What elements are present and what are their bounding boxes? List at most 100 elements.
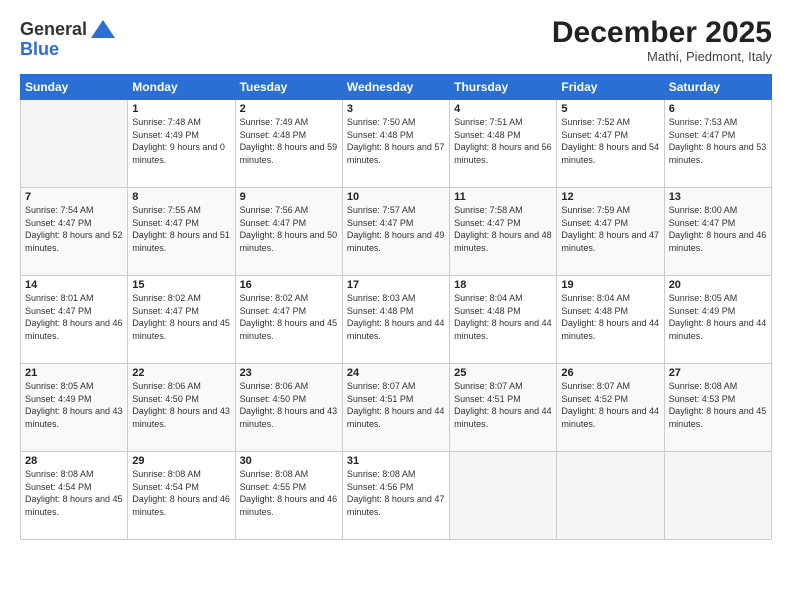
logo-blue: Blue	[20, 40, 59, 60]
calendar-week-3: 14Sunrise: 8:01 AM Sunset: 4:47 PM Dayli…	[21, 276, 772, 364]
calendar-cell	[450, 452, 557, 540]
calendar-cell: 8Sunrise: 7:55 AM Sunset: 4:47 PM Daylig…	[128, 188, 235, 276]
calendar-cell: 16Sunrise: 8:02 AM Sunset: 4:47 PM Dayli…	[235, 276, 342, 364]
calendar-cell	[557, 452, 664, 540]
logo: General Blue	[20, 16, 117, 60]
day-info: Sunrise: 7:52 AM Sunset: 4:47 PM Dayligh…	[561, 116, 659, 166]
calendar-cell: 15Sunrise: 8:02 AM Sunset: 4:47 PM Dayli…	[128, 276, 235, 364]
day-number: 13	[669, 191, 767, 203]
calendar-week-5: 28Sunrise: 8:08 AM Sunset: 4:54 PM Dayli…	[21, 452, 772, 540]
day-info: Sunrise: 7:57 AM Sunset: 4:47 PM Dayligh…	[347, 204, 445, 254]
calendar-cell: 7Sunrise: 7:54 AM Sunset: 4:47 PM Daylig…	[21, 188, 128, 276]
page: General Blue December 2025 Mathi, Piedmo…	[0, 0, 792, 612]
day-number: 12	[561, 191, 659, 203]
day-number: 28	[25, 455, 123, 467]
day-info: Sunrise: 8:05 AM Sunset: 4:49 PM Dayligh…	[669, 292, 767, 342]
calendar-header-row: Sunday Monday Tuesday Wednesday Thursday…	[21, 75, 772, 100]
day-number: 29	[132, 455, 230, 467]
day-number: 7	[25, 191, 123, 203]
day-info: Sunrise: 7:49 AM Sunset: 4:48 PM Dayligh…	[240, 116, 338, 166]
day-number: 19	[561, 279, 659, 291]
day-info: Sunrise: 7:50 AM Sunset: 4:48 PM Dayligh…	[347, 116, 445, 166]
day-info: Sunrise: 8:01 AM Sunset: 4:47 PM Dayligh…	[25, 292, 123, 342]
day-info: Sunrise: 8:00 AM Sunset: 4:47 PM Dayligh…	[669, 204, 767, 254]
day-info: Sunrise: 8:08 AM Sunset: 4:54 PM Dayligh…	[132, 468, 230, 518]
col-tuesday: Tuesday	[235, 75, 342, 100]
day-info: Sunrise: 8:08 AM Sunset: 4:54 PM Dayligh…	[25, 468, 123, 518]
col-wednesday: Wednesday	[342, 75, 449, 100]
month-title: December 2025	[552, 16, 772, 49]
calendar-cell: 22Sunrise: 8:06 AM Sunset: 4:50 PM Dayli…	[128, 364, 235, 452]
calendar-cell: 28Sunrise: 8:08 AM Sunset: 4:54 PM Dayli…	[21, 452, 128, 540]
col-thursday: Thursday	[450, 75, 557, 100]
col-saturday: Saturday	[664, 75, 771, 100]
logo-general: General	[20, 20, 87, 40]
calendar-cell: 1Sunrise: 7:48 AM Sunset: 4:49 PM Daylig…	[128, 100, 235, 188]
col-sunday: Sunday	[21, 75, 128, 100]
calendar-cell: 5Sunrise: 7:52 AM Sunset: 4:47 PM Daylig…	[557, 100, 664, 188]
calendar-week-1: 1Sunrise: 7:48 AM Sunset: 4:49 PM Daylig…	[21, 100, 772, 188]
calendar: Sunday Monday Tuesday Wednesday Thursday…	[20, 74, 772, 540]
day-info: Sunrise: 8:02 AM Sunset: 4:47 PM Dayligh…	[240, 292, 338, 342]
calendar-cell: 30Sunrise: 8:08 AM Sunset: 4:55 PM Dayli…	[235, 452, 342, 540]
calendar-cell: 23Sunrise: 8:06 AM Sunset: 4:50 PM Dayli…	[235, 364, 342, 452]
day-info: Sunrise: 8:08 AM Sunset: 4:53 PM Dayligh…	[669, 380, 767, 430]
day-info: Sunrise: 8:05 AM Sunset: 4:49 PM Dayligh…	[25, 380, 123, 430]
calendar-week-2: 7Sunrise: 7:54 AM Sunset: 4:47 PM Daylig…	[21, 188, 772, 276]
calendar-cell: 25Sunrise: 8:07 AM Sunset: 4:51 PM Dayli…	[450, 364, 557, 452]
day-info: Sunrise: 8:08 AM Sunset: 4:56 PM Dayligh…	[347, 468, 445, 518]
calendar-cell: 12Sunrise: 7:59 AM Sunset: 4:47 PM Dayli…	[557, 188, 664, 276]
day-info: Sunrise: 8:04 AM Sunset: 4:48 PM Dayligh…	[454, 292, 552, 342]
day-number: 23	[240, 367, 338, 379]
col-friday: Friday	[557, 75, 664, 100]
day-info: Sunrise: 8:08 AM Sunset: 4:55 PM Dayligh…	[240, 468, 338, 518]
day-number: 22	[132, 367, 230, 379]
calendar-cell: 17Sunrise: 8:03 AM Sunset: 4:48 PM Dayli…	[342, 276, 449, 364]
calendar-cell: 11Sunrise: 7:58 AM Sunset: 4:47 PM Dayli…	[450, 188, 557, 276]
calendar-cell: 24Sunrise: 8:07 AM Sunset: 4:51 PM Dayli…	[342, 364, 449, 452]
day-number: 31	[347, 455, 445, 467]
day-info: Sunrise: 8:03 AM Sunset: 4:48 PM Dayligh…	[347, 292, 445, 342]
calendar-cell	[664, 452, 771, 540]
day-info: Sunrise: 7:58 AM Sunset: 4:47 PM Dayligh…	[454, 204, 552, 254]
calendar-cell: 19Sunrise: 8:04 AM Sunset: 4:48 PM Dayli…	[557, 276, 664, 364]
calendar-cell	[21, 100, 128, 188]
calendar-cell: 26Sunrise: 8:07 AM Sunset: 4:52 PM Dayli…	[557, 364, 664, 452]
calendar-cell: 9Sunrise: 7:56 AM Sunset: 4:47 PM Daylig…	[235, 188, 342, 276]
calendar-cell: 29Sunrise: 8:08 AM Sunset: 4:54 PM Dayli…	[128, 452, 235, 540]
day-number: 21	[25, 367, 123, 379]
day-info: Sunrise: 8:04 AM Sunset: 4:48 PM Dayligh…	[561, 292, 659, 342]
day-info: Sunrise: 7:54 AM Sunset: 4:47 PM Dayligh…	[25, 204, 123, 254]
calendar-cell: 18Sunrise: 8:04 AM Sunset: 4:48 PM Dayli…	[450, 276, 557, 364]
calendar-cell: 10Sunrise: 7:57 AM Sunset: 4:47 PM Dayli…	[342, 188, 449, 276]
day-number: 2	[240, 103, 338, 115]
day-info: Sunrise: 8:07 AM Sunset: 4:51 PM Dayligh…	[454, 380, 552, 430]
calendar-cell: 21Sunrise: 8:05 AM Sunset: 4:49 PM Dayli…	[21, 364, 128, 452]
calendar-cell: 27Sunrise: 8:08 AM Sunset: 4:53 PM Dayli…	[664, 364, 771, 452]
calendar-cell: 2Sunrise: 7:49 AM Sunset: 4:48 PM Daylig…	[235, 100, 342, 188]
day-number: 20	[669, 279, 767, 291]
calendar-cell: 4Sunrise: 7:51 AM Sunset: 4:48 PM Daylig…	[450, 100, 557, 188]
day-info: Sunrise: 7:51 AM Sunset: 4:48 PM Dayligh…	[454, 116, 552, 166]
calendar-cell: 13Sunrise: 8:00 AM Sunset: 4:47 PM Dayli…	[664, 188, 771, 276]
day-info: Sunrise: 7:53 AM Sunset: 4:47 PM Dayligh…	[669, 116, 767, 166]
day-info: Sunrise: 8:07 AM Sunset: 4:52 PM Dayligh…	[561, 380, 659, 430]
day-number: 5	[561, 103, 659, 115]
day-number: 1	[132, 103, 230, 115]
day-info: Sunrise: 8:02 AM Sunset: 4:47 PM Dayligh…	[132, 292, 230, 342]
calendar-cell: 31Sunrise: 8:08 AM Sunset: 4:56 PM Dayli…	[342, 452, 449, 540]
location: Mathi, Piedmont, Italy	[552, 49, 772, 64]
day-number: 9	[240, 191, 338, 203]
day-number: 6	[669, 103, 767, 115]
day-info: Sunrise: 8:06 AM Sunset: 4:50 PM Dayligh…	[240, 380, 338, 430]
day-number: 24	[347, 367, 445, 379]
col-monday: Monday	[128, 75, 235, 100]
day-number: 4	[454, 103, 552, 115]
day-number: 16	[240, 279, 338, 291]
calendar-week-4: 21Sunrise: 8:05 AM Sunset: 4:49 PM Dayli…	[21, 364, 772, 452]
calendar-cell: 14Sunrise: 8:01 AM Sunset: 4:47 PM Dayli…	[21, 276, 128, 364]
day-info: Sunrise: 8:07 AM Sunset: 4:51 PM Dayligh…	[347, 380, 445, 430]
day-info: Sunrise: 7:48 AM Sunset: 4:49 PM Dayligh…	[132, 116, 230, 166]
calendar-cell: 6Sunrise: 7:53 AM Sunset: 4:47 PM Daylig…	[664, 100, 771, 188]
day-number: 10	[347, 191, 445, 203]
